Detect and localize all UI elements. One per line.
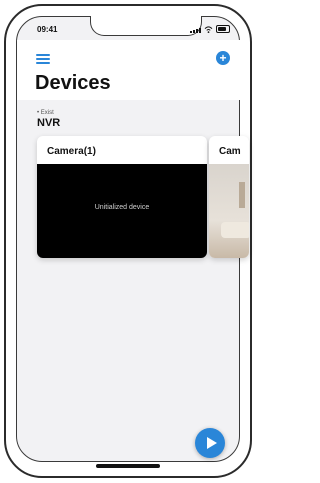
page-title: Devices xyxy=(35,72,111,94)
group-caption: • Exist xyxy=(37,110,54,116)
device-status-text: Unitialized device xyxy=(94,204,150,211)
status-icons xyxy=(190,25,230,33)
home-indicator xyxy=(96,464,160,468)
group-name: NVR xyxy=(37,117,61,129)
add-device-button[interactable]: + xyxy=(216,51,230,65)
battery-icon xyxy=(216,25,230,33)
room-image xyxy=(221,222,249,238)
room-image xyxy=(239,182,245,208)
menu-icon[interactable] xyxy=(36,54,50,64)
app-header: + Devices xyxy=(17,40,240,100)
device-card-title: Cam xyxy=(219,146,241,157)
wifi-icon xyxy=(204,26,213,33)
device-card[interactable]: Camera(1) Unitialized device xyxy=(37,136,207,258)
status-time: 09:41 xyxy=(37,25,58,34)
device-card[interactable]: Cam xyxy=(209,136,249,258)
device-card-title: Camera(1) xyxy=(47,146,96,157)
play-button[interactable] xyxy=(195,428,225,458)
phone-notch xyxy=(90,16,202,36)
signal-icon xyxy=(190,28,201,33)
device-card-preview[interactable] xyxy=(209,164,249,258)
device-card-preview[interactable]: Unitialized device xyxy=(37,164,207,258)
